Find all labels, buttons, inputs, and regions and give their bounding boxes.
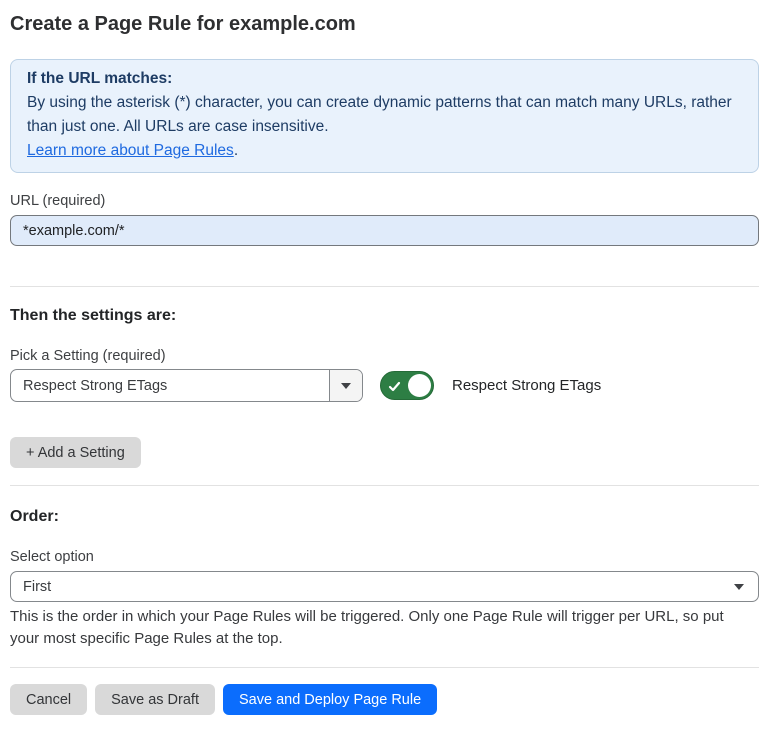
setting-row: Respect Strong ETags Respect Strong ETag… — [10, 369, 759, 402]
setting-select-arrow-segment[interactable] — [329, 370, 362, 401]
check-icon — [388, 380, 401, 398]
toggle-label: Respect Strong ETags — [452, 377, 601, 394]
info-box-heading: If the URL matches: — [27, 67, 742, 91]
setting-select-value: Respect Strong ETags — [11, 370, 329, 401]
divider — [10, 286, 759, 287]
cancel-button[interactable]: Cancel — [10, 684, 87, 715]
info-box-link-line: Learn more about Page Rules. — [27, 139, 742, 163]
save-as-draft-button[interactable]: Save as Draft — [95, 684, 215, 715]
toggle-knob — [408, 374, 431, 397]
chevron-down-icon — [341, 383, 351, 389]
divider — [10, 667, 759, 668]
setting-select[interactable]: Respect Strong ETags — [10, 369, 363, 402]
divider — [10, 485, 759, 486]
page-title: Create a Page Rule for example.com — [10, 12, 759, 36]
create-page-rule-panel: Create a Page Rule for example.com If th… — [0, 0, 769, 731]
pick-setting-label: Pick a Setting (required) — [10, 347, 759, 365]
settings-section-heading: Then the settings are: — [10, 306, 759, 326]
url-match-info-box: If the URL matches: By using the asteris… — [10, 59, 759, 173]
order-help-text: This is the order in which your Page Rul… — [10, 606, 750, 650]
link-suffix: . — [234, 142, 238, 159]
order-section-heading: Order: — [10, 507, 759, 527]
chevron-down-icon — [734, 584, 744, 590]
learn-more-link[interactable]: Learn more about Page Rules — [27, 142, 234, 159]
setting-toggle[interactable] — [380, 371, 434, 400]
add-setting-button[interactable]: + Add a Setting — [10, 437, 141, 468]
url-field-label: URL (required) — [10, 192, 759, 210]
info-box-body: By using the asterisk (*) character, you… — [27, 91, 742, 139]
order-select[interactable]: First — [10, 571, 759, 602]
footer-actions: Cancel Save as Draft Save and Deploy Pag… — [10, 684, 759, 715]
url-input[interactable] — [10, 215, 759, 246]
save-and-deploy-button[interactable]: Save and Deploy Page Rule — [223, 684, 437, 715]
order-select-value: First — [23, 579, 734, 595]
order-select-label: Select option — [10, 548, 759, 566]
